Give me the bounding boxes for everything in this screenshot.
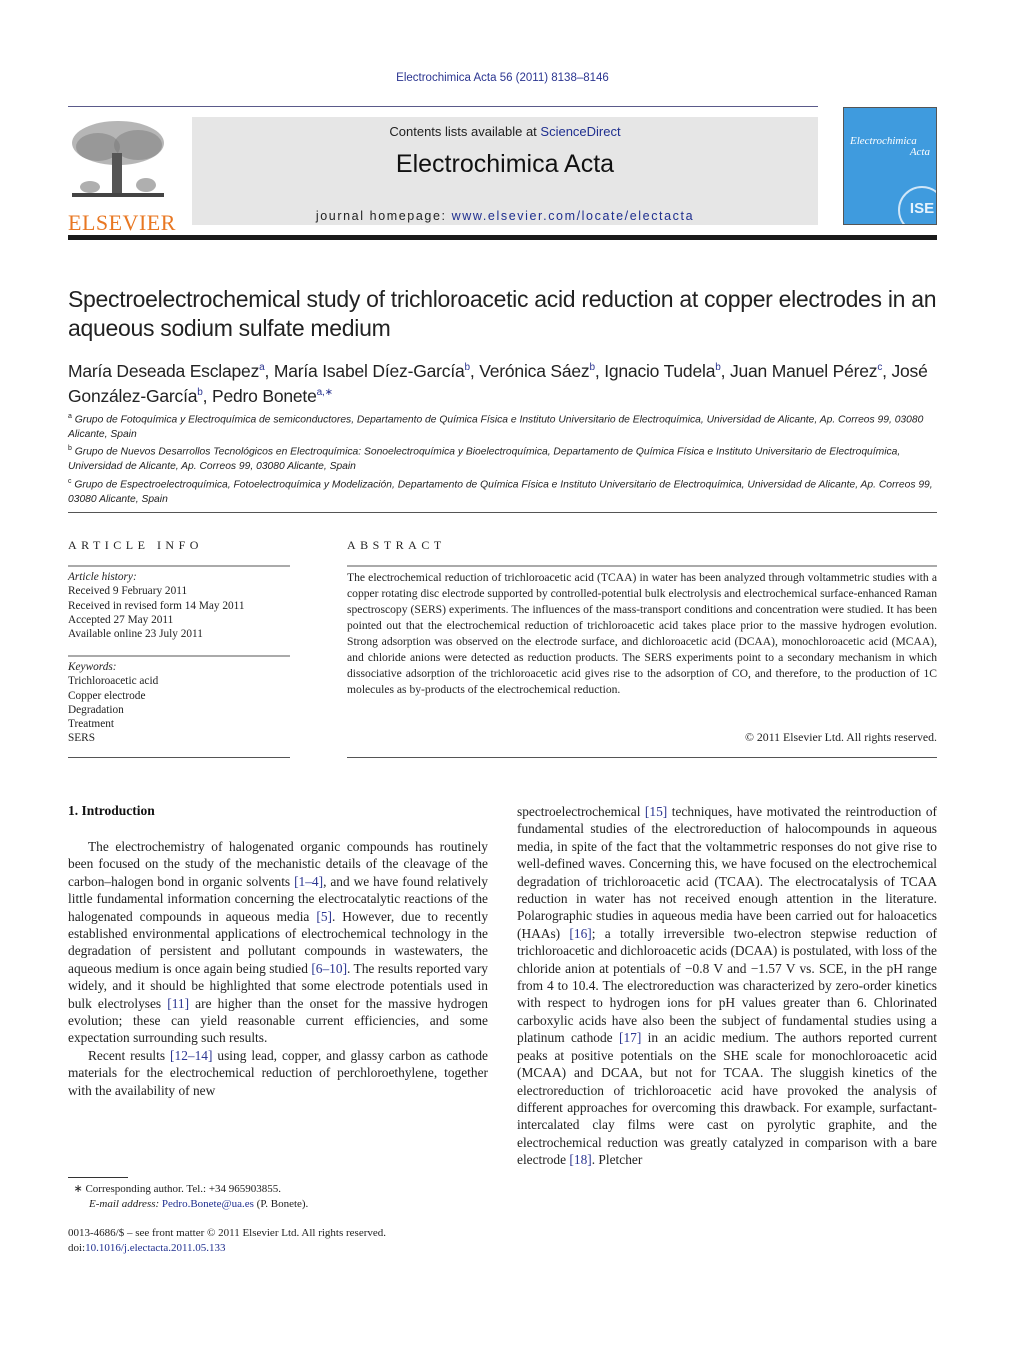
body-text: spectroelectrochemical [517, 804, 645, 819]
contents-availability: Contents lists available at ScienceDirec… [192, 124, 818, 139]
issn-line: 0013-4686/$ – see front matter © 2011 El… [68, 1227, 387, 1239]
citation-link[interactable]: [6–10] [311, 961, 347, 976]
affiliations-divider [68, 512, 937, 513]
footnote-star: ∗ [73, 1183, 83, 1195]
journal-header-banner: Contents lists available at ScienceDirec… [192, 117, 818, 225]
body-paragraph: Recent results [12–14] using lead, coppe… [68, 1047, 488, 1099]
citation-link[interactable]: [16] [569, 926, 591, 941]
author-separator: , [469, 360, 480, 381]
affiliation-text: Grupo de Nuevos Desarrollos Tecnológicos… [68, 446, 901, 473]
author-separator: , [594, 360, 605, 381]
journal-cover-thumbnail[interactable]: Electrochimica Acta ISE [843, 107, 937, 225]
citation-link[interactable]: [17] [619, 1030, 641, 1045]
elsevier-logo[interactable]: ELSEVIER [68, 117, 175, 234]
cover-title-line2: Acta [909, 146, 930, 158]
journal-name: Electrochimica Acta [395, 150, 615, 178]
section-heading-introduction: 1. Introduction [68, 803, 155, 818]
abstract-divider [347, 757, 937, 758]
keyword: Copper electrode [68, 689, 146, 702]
ise-badge-icon: ISE [898, 186, 936, 224]
author-separator: , [264, 360, 274, 381]
affiliation-item: c Grupo de Espectroelectroquímica, Fotoe… [68, 475, 938, 507]
author-separator: , [202, 385, 212, 406]
email-label: E-mail address: [89, 1198, 162, 1210]
keyword: Treatment [68, 718, 115, 731]
abstract-divider [347, 565, 937, 567]
email-suffix: (P. Bonete). [253, 1198, 309, 1210]
keyword: Trichloroacetic acid [68, 675, 159, 688]
body-paragraph: The electrochemistry of halogenated orga… [68, 838, 488, 1047]
history-heading: Article history: [68, 571, 137, 583]
sciencedirect-link[interactable]: ScienceDirect [540, 124, 620, 139]
author-affiliation-mark[interactable]: a,∗ [317, 387, 333, 398]
author-name[interactable]: Juan Manuel Pérez [730, 361, 878, 381]
history-item: Received 9 February 2011 [68, 585, 188, 598]
doi-prefix: doi: [68, 1242, 86, 1254]
elsevier-wordmark: ELSEVIER [68, 210, 176, 235]
abstract-heading: ABSTRACT [347, 538, 446, 552]
front-matter: 0013-4686/$ – see front matter © 2011 El… [68, 1226, 508, 1256]
affiliations: a Grupo de Fotoquímica y Electroquímica … [68, 410, 938, 507]
citation-link[interactable]: [18] [569, 1152, 591, 1167]
affiliation-item: b Grupo de Nuevos Desarrollos Tecnológic… [68, 442, 938, 474]
keyword: Degradation [68, 703, 124, 716]
doi-link[interactable]: 10.1016/j.electacta.2011.05.133 [85, 1242, 225, 1254]
info-divider [68, 655, 290, 657]
journal-homepage: journal homepage: www.elsevier.com/locat… [192, 209, 818, 223]
keywords: Keywords: Trichloroacetic acid Copper el… [68, 660, 293, 746]
article-history: Article history: Received 9 February 201… [68, 570, 293, 641]
history-item: Received in revised form 14 May 2011 [68, 599, 245, 612]
info-divider [68, 757, 290, 758]
author-name[interactable]: María Deseada Esclapez [68, 361, 259, 381]
contents-prefix: Contents lists available at [389, 124, 541, 139]
citation-link[interactable]: [11] [167, 996, 189, 1011]
elsevier-tree-icon [72, 121, 164, 197]
citation-link[interactable]: [15] [645, 804, 667, 819]
author-list: María Deseada Esclapeza, María Isabel Dí… [68, 357, 943, 407]
corresponding-author-footnote: ∗ Corresponding author. Tel.: +34 965903… [68, 1182, 488, 1212]
corresponding-author-text: Corresponding author. Tel.: +34 96590385… [82, 1183, 282, 1195]
body-text: Recent results [88, 1047, 171, 1063]
body-text: in an acidic medium. The authors reporte… [517, 1030, 937, 1168]
history-item: Available online 23 July 2011 [68, 628, 203, 641]
author-name[interactable]: María Isabel Díez-García [274, 361, 465, 381]
info-divider [68, 565, 290, 567]
affiliation-text: Grupo de Fotoquímica y Electroquímica de… [68, 414, 924, 440]
citation-link[interactable]: [5] [316, 909, 332, 924]
abstract-copyright: © 2011 Elsevier Ltd. All rights reserved… [745, 730, 937, 744]
body-text: . Pletcher [591, 1152, 643, 1168]
header-thick-divider [68, 235, 937, 240]
citation-link[interactable]: [1–4] [294, 874, 323, 889]
homepage-prefix: journal homepage: [315, 209, 452, 223]
body-column-left: The electrochemistry of halogenated orga… [68, 838, 488, 1099]
article-title: Spectroelectrochemical study of trichlor… [68, 286, 937, 341]
article-info-heading: ARTICLE INFO [68, 538, 203, 552]
abstract-text: The electrochemical reduction of trichlo… [347, 571, 937, 696]
body-text: ; a totally irreversible two-electron st… [517, 925, 937, 1046]
email-link[interactable]: Pedro.Bonete@ua.es [162, 1198, 254, 1210]
body-column-right: spectroelectrochemical [15] techniques, … [517, 803, 937, 1169]
author-name[interactable]: Verónica Sáez [479, 361, 589, 381]
top-divider [68, 106, 818, 107]
cover-title: Electrochimica Acta [850, 136, 930, 158]
author-name[interactable]: Ignacio Tudela [604, 361, 715, 381]
journal-citation-link[interactable]: Electrochimica Acta 56 (2011) 8138–8146 [0, 72, 1005, 84]
body-text: techniques, have motivated the reintrodu… [517, 804, 937, 941]
keyword: SERS [68, 732, 96, 745]
body-paragraph: spectroelectrochemical [15] techniques, … [517, 803, 937, 1169]
keywords-heading: Keywords: [68, 661, 117, 673]
affiliation-text: Grupo de Espectroelectroquímica, Fotoele… [68, 479, 933, 505]
history-item: Accepted 27 May 2011 [68, 613, 174, 626]
homepage-link[interactable]: www.elsevier.com/locate/electacta [452, 209, 694, 223]
footnote-divider [68, 1177, 128, 1178]
affiliation-item: a Grupo de Fotoquímica y Electroquímica … [68, 410, 938, 442]
author-name[interactable]: Pedro Bonete [212, 386, 317, 406]
author-separator: , [720, 360, 730, 381]
citation-link[interactable]: [12–14] [170, 1048, 212, 1063]
